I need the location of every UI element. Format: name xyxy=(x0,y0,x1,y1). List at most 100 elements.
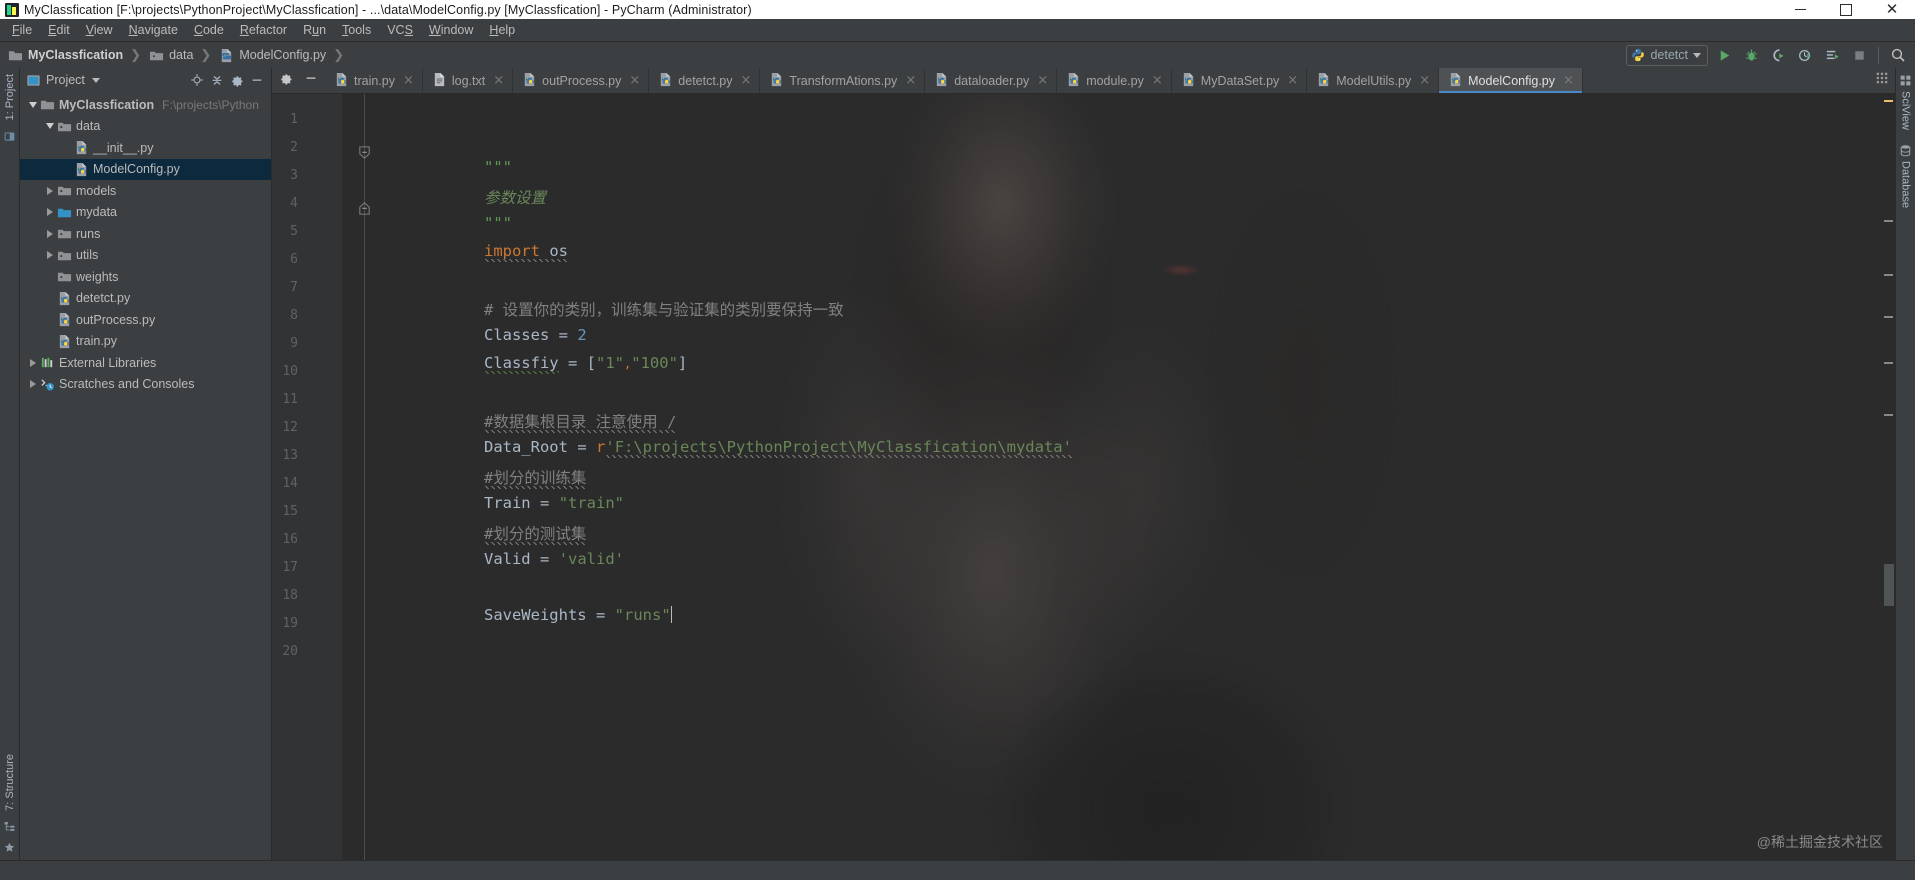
menu-code[interactable]: Code xyxy=(186,21,232,39)
editor-tab-modelutils-py[interactable]: ModelUtils.py × xyxy=(1307,68,1440,93)
editor-tab-mydataset-py[interactable]: MyDataSet.py × xyxy=(1171,68,1308,93)
chevron-right-icon[interactable] xyxy=(43,251,56,260)
tree-item-utils[interactable]: utils xyxy=(20,245,271,267)
tree-item-modelconfig-py[interactable]: ModelConfig.py xyxy=(20,158,271,180)
editor-tab-module-py[interactable]: module.py × xyxy=(1057,68,1172,93)
hide-panel-button[interactable] xyxy=(247,70,267,90)
rail-item-database[interactable]: Database xyxy=(1900,161,1912,208)
editor-settings-button[interactable] xyxy=(279,71,293,90)
breadcrumb-item-folder[interactable]: data ❯ xyxy=(147,44,217,66)
editor-tab-train-py[interactable]: train.py × xyxy=(325,68,423,93)
weak-warning-marker[interactable] xyxy=(1884,220,1893,222)
tree-item-outprocess-py[interactable]: outProcess.py xyxy=(20,309,271,331)
line-number: 13 xyxy=(282,448,298,463)
weak-warning-marker[interactable] xyxy=(1884,414,1893,416)
menu-navigate[interactable]: Navigate xyxy=(121,21,186,39)
menu-tools[interactable]: Tools xyxy=(334,21,379,39)
warning-marker[interactable] xyxy=(1884,100,1893,102)
tree-item-weights[interactable]: weights xyxy=(20,266,271,288)
tree-item-mydata[interactable]: mydata xyxy=(20,202,271,224)
close-icon[interactable]: × xyxy=(493,73,504,88)
editor-tab-dataloader-py[interactable]: dataloader.py × xyxy=(925,68,1058,93)
menu-refactor[interactable]: Refactor xyxy=(232,21,295,39)
locate-file-button[interactable] xyxy=(187,70,207,90)
tree-item-train-py[interactable]: train.py xyxy=(20,331,271,353)
tree-item-init-py[interactable]: __init__.py xyxy=(20,137,271,159)
tree-item-myclassfication[interactable]: MyClassfication F:\projects\Python xyxy=(20,94,271,116)
menu-run[interactable]: Run xyxy=(295,21,334,39)
chevron-down-icon[interactable] xyxy=(91,77,100,83)
menu-edit[interactable]: Edit xyxy=(40,21,78,39)
rail-item-sciview[interactable]: SciView xyxy=(1900,91,1912,130)
weak-warning-marker[interactable] xyxy=(1884,362,1893,364)
collapse-all-button[interactable] xyxy=(207,70,227,90)
code-editor[interactable]: 1 2 3 4 5 6 7 8 9 10 11 12 13 14 15 16 17 18 19 20 xyxy=(272,94,1895,860)
minimize-button[interactable] xyxy=(1777,0,1823,19)
project-tree[interactable]: MyClassfication F:\projects\Python data __i… xyxy=(20,92,271,860)
menu-help[interactable]: Help xyxy=(481,21,523,39)
rail-item-project[interactable]: 1: Project xyxy=(4,68,16,126)
editor-tab-outprocess-py[interactable]: outProcess.py × xyxy=(513,68,650,93)
run-configuration-selector[interactable]: detetct xyxy=(1626,44,1708,66)
close-icon[interactable]: × xyxy=(403,73,414,88)
breadcrumb-separator: ❯ xyxy=(200,47,212,62)
chevron-right-icon[interactable] xyxy=(26,358,39,367)
locate-icon xyxy=(191,74,203,86)
tree-item-external-libraries[interactable]: External Libraries xyxy=(20,352,271,374)
run-coverage-button[interactable] xyxy=(1767,44,1789,66)
editor-marker-strip[interactable] xyxy=(1882,94,1895,860)
close-icon[interactable]: × xyxy=(629,73,640,88)
fold-marker-open[interactable] xyxy=(357,145,372,160)
tree-item-scratches-and-consoles[interactable]: Scratches and Consoles xyxy=(20,374,271,396)
menu-view[interactable]: View xyxy=(78,21,121,39)
code-content[interactable]: """ 参数设置 """ import os # 设置你的类别，训练集与验证集的… xyxy=(372,94,1895,860)
chevron-down-icon[interactable] xyxy=(1693,52,1701,58)
maximize-button[interactable] xyxy=(1823,0,1869,19)
breadcrumb-item-project[interactable]: MyClassfication ❯ xyxy=(6,44,147,66)
editor-tab-log-txt[interactable]: log.txt × xyxy=(422,68,514,93)
python-file-icon xyxy=(522,72,537,90)
editor-tab-transformations-py[interactable]: TransformAtions.py × xyxy=(760,68,926,93)
chevron-down-icon[interactable] xyxy=(43,123,56,130)
menu-vcs[interactable]: VCS xyxy=(379,21,421,39)
weak-warning-marker[interactable] xyxy=(1884,274,1893,276)
close-icon[interactable]: × xyxy=(741,73,752,88)
run-button[interactable] xyxy=(1713,44,1735,66)
chevron-right-icon[interactable] xyxy=(43,186,56,195)
tree-item-data[interactable]: data xyxy=(20,116,271,138)
chevron-right-icon[interactable] xyxy=(43,208,56,217)
profile-button[interactable] xyxy=(1794,44,1816,66)
fold-marker-close[interactable] xyxy=(357,201,372,216)
menu-window[interactable]: Window xyxy=(421,21,481,39)
close-icon[interactable]: × xyxy=(1287,73,1298,88)
project-settings-button[interactable] xyxy=(227,70,247,90)
tree-item-runs[interactable]: runs xyxy=(20,223,271,245)
close-icon[interactable]: × xyxy=(1152,73,1163,88)
debug-button[interactable] xyxy=(1740,44,1762,66)
editor-tab-modelconfig-py[interactable]: ModelConfig.py × xyxy=(1439,68,1583,93)
close-icon[interactable]: × xyxy=(1037,73,1048,88)
run-console-button[interactable] xyxy=(1821,44,1843,66)
chevron-right-icon[interactable] xyxy=(43,229,56,238)
tab-list-button[interactable] xyxy=(1875,71,1889,90)
chevron-right-icon[interactable] xyxy=(26,380,39,389)
menu-file[interactable]: File xyxy=(4,21,40,39)
folder-src-icon xyxy=(56,183,73,198)
editor-scrollbar-thumb[interactable] xyxy=(1884,564,1894,606)
editor-gutter[interactable]: 1 2 3 4 5 6 7 8 9 10 11 12 13 14 15 16 17 18 19 20 xyxy=(272,94,342,860)
weak-warning-marker[interactable] xyxy=(1884,316,1893,318)
close-icon[interactable]: × xyxy=(905,73,916,88)
close-button[interactable]: ✕ xyxy=(1869,0,1915,19)
close-icon[interactable]: × xyxy=(1563,73,1574,88)
tree-item-models[interactable]: models xyxy=(20,180,271,202)
search-everywhere-button[interactable] xyxy=(1887,44,1909,66)
editor-tab-detetct-py[interactable]: detetct.py × xyxy=(649,68,761,93)
close-icon[interactable]: × xyxy=(1419,73,1430,88)
hide-editor-tabs-button[interactable] xyxy=(304,71,318,90)
rail-item-structure[interactable]: 7: Structure xyxy=(4,748,16,817)
tree-item-label: Scratches and Consoles xyxy=(59,377,195,392)
chevron-down-icon[interactable] xyxy=(26,101,39,108)
stop-button[interactable] xyxy=(1848,44,1870,66)
breadcrumb-item-file[interactable]: ModelConfig.py ❯ xyxy=(217,44,350,66)
tree-item-detetct-py[interactable]: detetct.py xyxy=(20,288,271,310)
